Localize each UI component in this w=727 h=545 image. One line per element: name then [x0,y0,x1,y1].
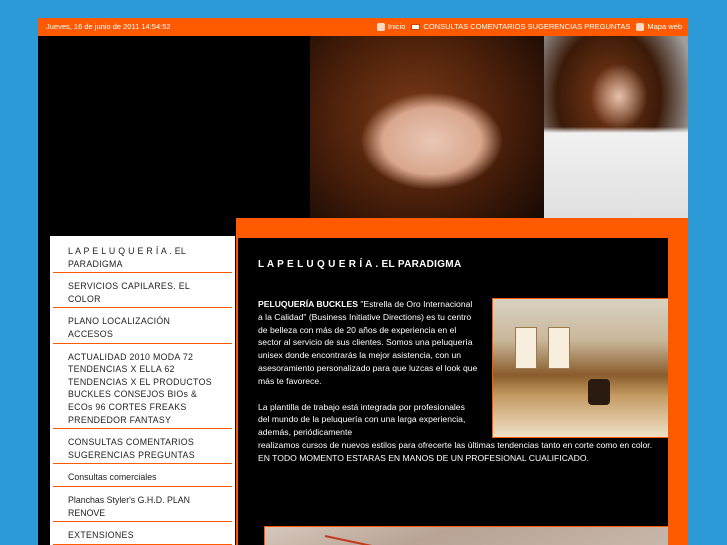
closing-paragraph: EN TODO MOMENTO ESTARAS EN MANOS DE UN P… [258,452,589,463]
sidebar-item-planchas[interactable]: Planchas Styler's G.H.D. PLAN RENOVE [53,487,232,523]
staff-text-a: La plantilla de trabajo está integrada p… [258,401,466,438]
staff-paragraph: La plantilla de trabajo está integrada p… [258,401,668,452]
envelope-icon [411,24,421,30]
home-icon [376,23,385,31]
intro-text: "Estrella de Oro Internacional a la Cali… [258,299,478,386]
date-text: Jueves, 16 de junio de 2011 14:54:52 [46,22,171,31]
sidebar-item-consultas[interactable]: CONSULTAS COMENTARIOS SUGERENCIAS PREGUN… [53,429,232,465]
sidebar-item-plano[interactable]: PLANO LOCALIZACIÓN ACCESOS [53,308,232,344]
page: Jueves, 16 de junio de 2011 14:54:52 Ini… [38,18,688,545]
sidebar-menu: L A P E L U Q U E R Í A . EL PARADIGMA S… [50,236,235,545]
contact-link-label: CONSULTAS COMENTARIOS SUGERENCIAS PREGUN… [423,22,631,31]
sitemap-link-label: Mapa web [647,22,682,31]
top-links: Inicio CONSULTAS COMENTARIOS SUGERENCIAS… [376,18,682,36]
top-bar: Jueves, 16 de junio de 2011 14:54:52 Ini… [38,18,688,36]
sidebar-item-extensiones[interactable]: EXTENSIONES [53,522,232,545]
sidebar-item-actualidad[interactable]: ACTUALIDAD 2010 MODA 72 TENDENCIAS X ELL… [53,344,232,430]
content-right-strip [668,238,688,545]
bottom-photo [264,526,668,545]
sidebar-item-servicios[interactable]: SERVICIOS CAPILARES. EL COLOR [53,273,232,309]
intro-paragraph: PELUQUERÍA BUCKLES "Estrella de Oro Inte… [258,298,478,388]
sitemap-link[interactable]: Mapa web [636,18,682,36]
staff-text-b: realizamos cursos de nuevos estilos para… [258,439,653,450]
main-content: L A P E L U Q U E R Í A . EL PARADIGMA P… [238,238,668,545]
content-text: PELUQUERÍA BUCKLES "Estrella de Oro Inte… [258,298,668,478]
page-title: L A P E L U Q U E R Í A . EL PARADIGMA [258,259,462,270]
sidebar-item-comerciales[interactable]: Consultas comerciales [53,464,232,487]
banner-photo-model [544,36,688,238]
home-link-label: Inicio [387,22,406,31]
banner-photo-portrait [310,36,544,238]
photo-detail [324,535,453,545]
contact-link[interactable]: CONSULTAS COMENTARIOS SUGERENCIAS PREGUN… [411,18,630,36]
home-link[interactable]: Inicio [376,18,406,36]
salon-name: PELUQUERÍA BUCKLES [258,299,358,309]
sitemap-icon [636,23,645,31]
header-banner [38,36,688,238]
sidebar-item-peluqueria[interactable]: L A P E L U Q U E R Í A . EL PARADIGMA [53,236,232,274]
